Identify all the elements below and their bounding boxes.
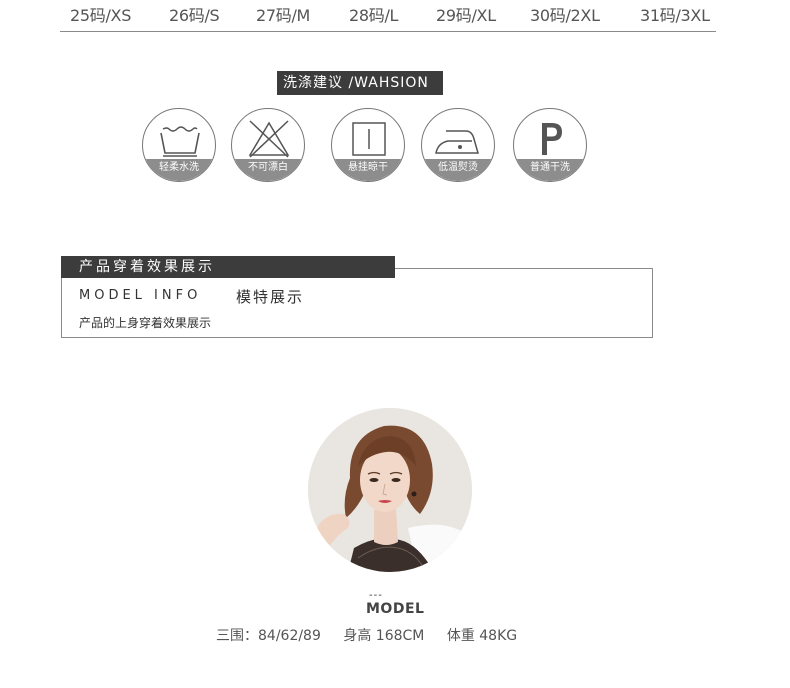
model-height: 身高 168CM xyxy=(343,628,425,644)
model-label: MODEL xyxy=(366,601,425,617)
wash-title: 洗涤建议 /WAHSION xyxy=(277,71,443,95)
care-icon-dry-clean: 普通干洗 xyxy=(513,108,587,182)
care-label: 轻柔水洗 xyxy=(143,159,215,181)
decorative-dash: --- xyxy=(369,590,383,601)
care-icon-no-bleach: 不可漂白 xyxy=(231,108,305,182)
size-label: 26码/S xyxy=(169,6,220,25)
section-title: 产品穿着效果展示 xyxy=(61,256,395,278)
size-label: 29码/XL xyxy=(436,6,496,25)
model-measurements: 三围：84/62/89 xyxy=(216,628,321,644)
care-label: 悬挂晾干 xyxy=(332,159,404,181)
model-info-cn: 模特展示 xyxy=(236,288,305,306)
care-label: 不可漂白 xyxy=(232,159,304,181)
model-subtitle: 产品的上身穿着效果展示 xyxy=(79,316,212,330)
care-icon-low-iron: 低温熨烫 xyxy=(421,108,495,182)
size-row: 25码/XS 26码/S 27码/M 28码/L 29码/XL 30码/2XL … xyxy=(60,0,716,32)
model-stats: 三围：84/62/89 身高 168CM 体重 48KG xyxy=(216,625,535,645)
model-weight: 体重 48KG xyxy=(446,628,518,644)
care-label: 低温熨烫 xyxy=(422,159,494,181)
care-label: 普通干洗 xyxy=(514,159,586,181)
model-info-en: MODEL INFO xyxy=(79,288,202,303)
size-label: 30码/2XL xyxy=(530,6,600,25)
model-portrait-image xyxy=(308,408,472,572)
size-label: 25码/XS xyxy=(70,6,132,25)
size-label: 28码/L xyxy=(349,6,399,25)
size-label: 27码/M xyxy=(256,6,311,25)
size-label: 31码/3XL xyxy=(640,6,710,25)
care-icon-gentle-wash: 轻柔水洗 xyxy=(142,108,216,182)
model-photo xyxy=(308,408,472,572)
care-icon-hang-dry: 悬挂晾干 xyxy=(331,108,405,182)
